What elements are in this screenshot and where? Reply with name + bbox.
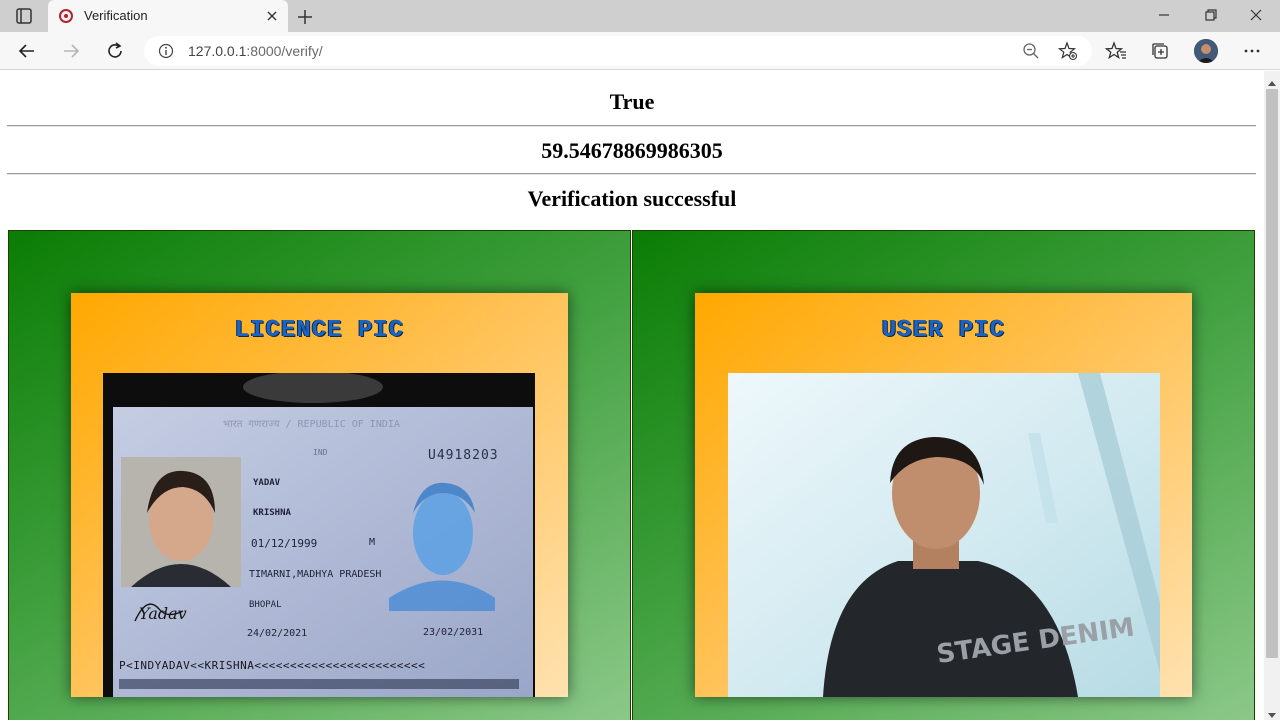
tab-verification[interactable]: Verification xyxy=(48,0,288,32)
verification-result: True xyxy=(609,89,655,114)
window-close-icon[interactable] xyxy=(1244,4,1268,26)
page-viewport: True 59.54678869986305 Verification succ… xyxy=(0,71,1264,720)
scroll-down-arrow-icon[interactable] xyxy=(1268,706,1276,718)
avatar[interactable] xyxy=(1194,39,1218,63)
url-path: :8000/verify/ xyxy=(246,43,323,59)
browser-toolbar: 127.0.0.1:8000/verify/ xyxy=(0,32,1280,70)
similarity-score: 59.54678869986305 xyxy=(541,138,723,163)
licence-country: IND xyxy=(313,448,328,457)
scroll-up-arrow-icon[interactable] xyxy=(1268,75,1276,86)
licence-signature: Yadav xyxy=(139,604,187,623)
url-host: 127.0.0.1 xyxy=(188,43,247,59)
verification-message: Verification successful xyxy=(527,186,737,211)
more-icon[interactable] xyxy=(1241,40,1263,62)
restore-icon[interactable] xyxy=(1198,4,1222,26)
licence-card: LICENCE PIC भारत गणराज्य / REPUBLIC OF I… xyxy=(71,293,568,697)
collections-icon[interactable] xyxy=(1149,40,1171,62)
divider xyxy=(7,125,1256,127)
tab-title: Verification xyxy=(84,8,148,23)
plus-icon[interactable] xyxy=(294,6,316,28)
user-photo: STAGE DENIM xyxy=(728,373,1160,697)
licence-sex: M xyxy=(369,537,375,548)
favorites-icon[interactable] xyxy=(1104,40,1127,62)
licence-panel: LICENCE PIC भारत गणराज्य / REPUBLIC OF I… xyxy=(8,230,631,720)
licence-place-of-birth: TIMARNI,MADHYA PRADESH xyxy=(249,569,381,580)
licence-place-of-issue: BHOPAL xyxy=(249,600,282,610)
reload-icon[interactable] xyxy=(104,40,126,62)
info-icon[interactable] xyxy=(158,43,174,59)
close-icon[interactable] xyxy=(264,8,280,24)
licence-expiry-date: 23/02/2031 xyxy=(423,627,483,638)
licence-given-name: KRISHNA xyxy=(253,508,292,518)
forward-icon[interactable] xyxy=(60,40,82,62)
favicon-icon xyxy=(58,8,74,24)
zoom-out-icon[interactable] xyxy=(1022,42,1040,60)
licence-issue-date: 24/02/2021 xyxy=(247,628,307,639)
tab-actions-icon[interactable] xyxy=(12,6,36,26)
url-text[interactable]: 127.0.0.1:8000/verify/ xyxy=(188,43,323,59)
user-panel: USER PIC STAGE DENIM xyxy=(632,230,1255,720)
add-favorite-icon[interactable] xyxy=(1057,41,1078,61)
licence-mrz: P<INDYADAV<<KRISHNA<<<<<<<<<<<<<<<<<<<<<… xyxy=(119,659,425,672)
divider xyxy=(7,173,1256,175)
licence-surname: YADAV xyxy=(253,478,281,488)
back-icon[interactable] xyxy=(16,40,38,62)
licence-dob: 01/12/1999 xyxy=(251,537,317,550)
user-card: USER PIC STAGE DENIM xyxy=(695,293,1192,697)
user-title: USER PIC xyxy=(881,317,1006,344)
licence-photo: भारत गणराज्य / REPUBLIC OF INDIA IND U49… xyxy=(103,373,535,697)
scrollbar[interactable] xyxy=(1264,71,1280,720)
scroll-thumb[interactable] xyxy=(1266,89,1278,658)
licence-title: LICENCE PIC xyxy=(234,317,405,344)
licence-doc-header: भारत गणराज्य / REPUBLIC OF INDIA xyxy=(223,419,400,430)
tab-bar: Verification xyxy=(0,0,1280,32)
licence-number: U4918203 xyxy=(428,448,499,463)
minimize-icon[interactable] xyxy=(1152,4,1176,26)
address-bar[interactable]: 127.0.0.1:8000/verify/ xyxy=(144,36,1092,66)
